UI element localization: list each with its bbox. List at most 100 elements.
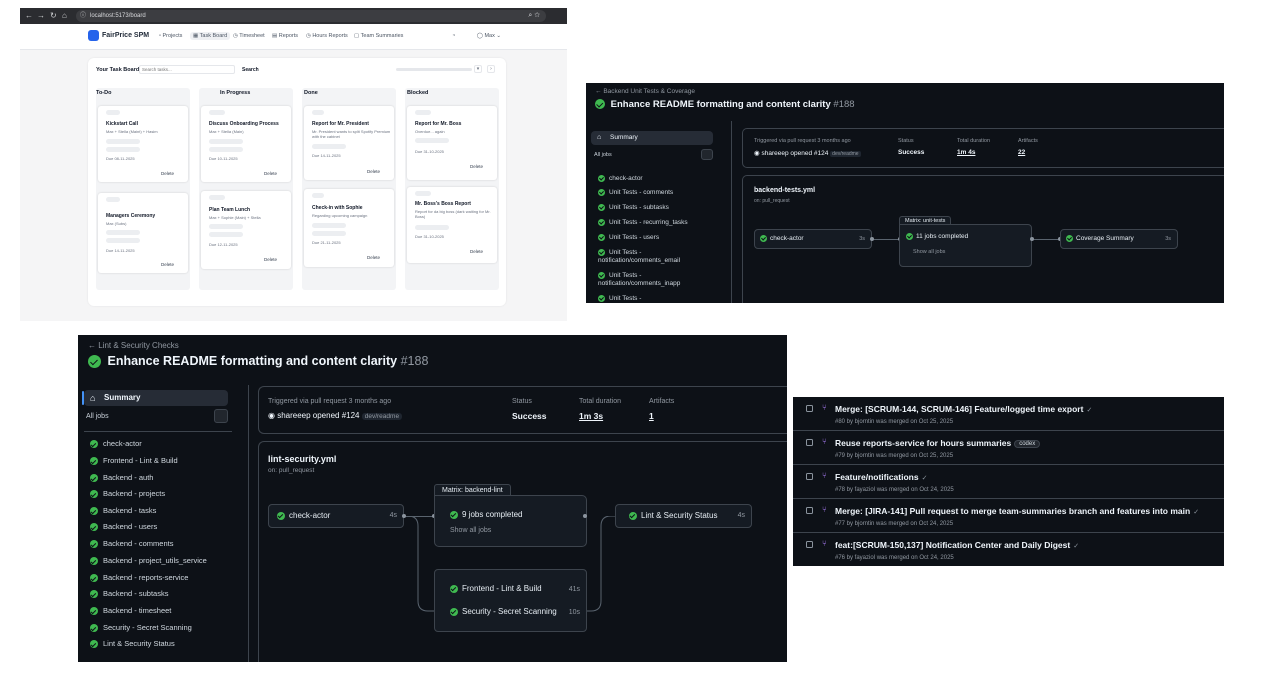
search-input[interactable] (139, 65, 235, 74)
job-item[interactable]: Frontend - Lint & Build (90, 456, 178, 466)
pr-title[interactable]: Reuse reports-service for hours summarie… (835, 438, 1041, 448)
job-item[interactable]: Lint & Security Status (90, 639, 175, 649)
task-card[interactable]: Discuss Onboarding Process Max + Stella … (201, 106, 291, 182)
site-info-icon[interactable]: ⓘ (80, 10, 86, 22)
pr-row[interactable]: ⑂ Merge: [SCRUM-144, SCRUM-146] Feature/… (793, 397, 1224, 431)
delete-button[interactable]: Delete (264, 171, 277, 176)
job-item[interactable]: Unit Tests - subtasks (598, 204, 669, 212)
task-card[interactable]: Managers Ceremony Max (Subs) Due 14-11-2… (98, 193, 188, 273)
select-checkbox[interactable] (806, 541, 813, 548)
task-card[interactable]: Report for Mr. Boss Overdue... again Due… (407, 106, 497, 180)
duration-value[interactable]: 1m 4s (957, 149, 975, 156)
job-node-lint-security-status[interactable]: Lint & Security Status 4s (615, 504, 752, 528)
task-due: Due 10-11-2025 (209, 156, 238, 161)
job-node-frontend[interactable]: Frontend - Lint & Build (450, 584, 542, 593)
pr-title[interactable]: feat:[SCRUM-150,137] Notification Center… (835, 540, 1079, 550)
filter-icon[interactable] (214, 409, 228, 423)
check-icon: ✓ (921, 475, 928, 482)
search-button[interactable]: Search (242, 67, 259, 73)
pr-title[interactable]: Feature/notifications ✓ (835, 472, 927, 482)
task-title: Managers Ceremony (106, 213, 156, 219)
job-item[interactable]: Backend - comments (90, 539, 173, 549)
nav-projects[interactable]: ▫ Projects (159, 33, 182, 39)
task-card[interactable]: Mr. Boss's Boss Report Report for da big… (407, 187, 497, 263)
job-item[interactable]: Unit Tests - users (598, 234, 659, 242)
forward-icon[interactable]: → (37, 11, 45, 20)
job-node-check-actor[interactable]: check-actor 4s (268, 504, 404, 528)
breadcrumb[interactable]: ← Lint & Security Checks (88, 341, 179, 350)
select-checkbox[interactable] (806, 405, 813, 412)
matrix-node[interactable]: 9 jobs completed Show all jobs (434, 495, 587, 547)
select-checkbox[interactable] (806, 473, 813, 480)
user-menu[interactable]: ◯ Max ⌄ (477, 33, 501, 39)
pr-title[interactable]: Merge: [JIRA-141] Pull request to merge … (835, 506, 1199, 516)
select-checkbox[interactable] (806, 507, 813, 514)
job-node-coverage-summary[interactable]: Coverage Summary 3s (1060, 229, 1178, 249)
delete-button[interactable]: Delete (470, 249, 483, 254)
pr-row[interactable]: ⑂ Feature/notifications ✓ #78 by fayaziol… (793, 465, 1224, 499)
task-card[interactable]: Report for Mr. President Mr. President w… (304, 106, 394, 180)
select-checkbox[interactable] (806, 439, 813, 446)
column-title: To-Do (96, 90, 112, 96)
delete-button[interactable]: Delete (470, 164, 483, 169)
job-item[interactable]: Backend - timesheet (90, 606, 171, 616)
job-item[interactable]: Backend - auth (90, 473, 153, 483)
pr-row[interactable]: ⑂ feat:[SCRUM-150,137] Notification Cent… (793, 533, 1224, 566)
job-item[interactable]: check-actor (598, 175, 643, 183)
delete-button[interactable]: Delete (367, 169, 380, 174)
home-icon[interactable]: ⌂ (62, 11, 67, 20)
job-node-security[interactable]: Security - Secret Scanning (450, 607, 557, 616)
job-item[interactable]: check-actor (90, 439, 142, 449)
task-card[interactable]: Kickstart Call Max + Stella (Maint) + Ha… (98, 106, 188, 182)
filter-icon[interactable] (701, 149, 713, 160)
job-item[interactable]: Unit Tests - notification/comments_email (598, 249, 708, 265)
summary-link[interactable]: ⌂ Summary (591, 131, 713, 145)
job-item[interactable]: Backend - users (90, 522, 157, 532)
job-item[interactable]: Unit Tests - notification/comments_inapp (598, 272, 708, 288)
task-card[interactable]: Check-in with Sophie Regarding upcoming … (304, 189, 394, 267)
board-options-button[interactable]: ▾ (474, 65, 482, 73)
job-item[interactable]: Backend - projects (90, 489, 165, 499)
delete-button[interactable]: Delete (161, 171, 174, 176)
nav-team-summaries[interactable]: ▢ Team Summaries (354, 33, 403, 39)
job-item[interactable]: Backend - reports-service (90, 573, 188, 583)
job-item[interactable]: Unit Tests - (598, 295, 641, 303)
job-node-check-actor[interactable]: check-actor 3s (754, 229, 872, 249)
summary-link[interactable]: ⌂ Summary (84, 390, 228, 406)
job-item[interactable]: Backend - project_utils_service (90, 556, 207, 566)
pr-title[interactable]: Merge: [SCRUM-144, SCRUM-146] Feature/lo… (835, 404, 1092, 414)
job-item[interactable]: Security - Secret Scanning (90, 623, 192, 633)
show-all-jobs-link[interactable]: Show all jobs (450, 527, 491, 534)
job-item[interactable]: Unit Tests - recurring_tasks (598, 219, 688, 227)
nav-task-board[interactable]: ▦ Task Board (190, 32, 231, 40)
nav-timesheet[interactable]: ◷ Timesheet (233, 33, 265, 39)
url-bar[interactable]: ⓘ localhost:5173/board ⌕ ☆ (76, 10, 546, 22)
trigger-user[interactable]: ◉ shareeep opened #124 dev/readme (754, 149, 861, 157)
delete-button[interactable]: Delete (367, 255, 380, 260)
project-chip (209, 147, 243, 152)
task-card[interactable]: Plan Team Lunch Max + Sophie (Main) + St… (201, 191, 291, 269)
task-meta: Max + Stella (Maint) + Hasim (106, 129, 158, 134)
pr-row[interactable]: ⑂ Reuse reports-service for hours summar… (793, 431, 1224, 465)
job-item[interactable]: Backend - subtasks (90, 589, 168, 599)
project-chip (312, 231, 346, 236)
pr-row[interactable]: ⑂ Merge: [JIRA-141] Pull request to merg… (793, 499, 1224, 533)
nav-hours-reports[interactable]: ◷ Hours Reports (306, 33, 348, 39)
delete-button[interactable]: Delete (161, 262, 174, 267)
nav-reports[interactable]: ▤ Reports (272, 33, 298, 39)
duration-value[interactable]: 1m 3s (579, 411, 603, 421)
reload-icon[interactable]: ↻ (50, 11, 57, 20)
browser-tools-icons[interactable]: ⌕ ☆ (528, 10, 540, 22)
breadcrumb[interactable]: ← Backend Unit Tests & Coverage (595, 88, 695, 95)
back-icon[interactable]: ← (25, 11, 33, 20)
delete-button[interactable]: Delete (264, 257, 277, 262)
matrix-node[interactable]: 11 jobs completed Show all jobs (899, 224, 1032, 267)
artifacts-value[interactable]: 1 (649, 411, 654, 421)
notifications-icon[interactable]: ◔ (452, 33, 455, 39)
job-item[interactable]: Backend - tasks (90, 506, 156, 516)
board-more-button[interactable]: › (487, 65, 495, 73)
show-all-jobs-link[interactable]: Show all jobs (913, 249, 945, 255)
artifacts-value[interactable]: 22 (1018, 149, 1025, 156)
job-item[interactable]: Unit Tests - comments (598, 189, 673, 197)
trigger-user[interactable]: ◉ shareeep opened #124 dev/readme (268, 411, 403, 420)
